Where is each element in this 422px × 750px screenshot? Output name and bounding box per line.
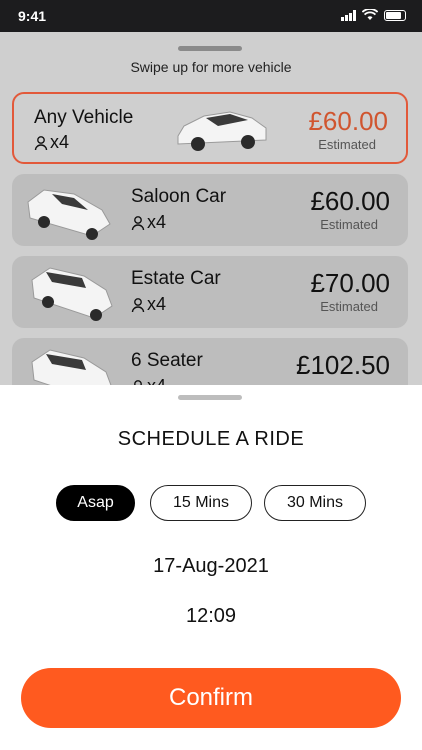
signal-icon [341,9,356,21]
minivan-image [31,349,112,385]
vehicle-name: Saloon Car [131,186,227,207]
sedan-image [27,189,111,240]
vehicle-card-saloon[interactable]: Saloon Car x4 £60.00 Estimated [12,174,408,246]
vehicle-card-estate[interactable]: Estate Car x4 £70.00 Estimated [12,256,408,328]
person-icon [131,215,145,230]
wifi-icon [362,9,378,20]
vehicle-capacity-value: x4 [147,294,167,314]
vehicle-price: £60.00 [310,186,390,216]
schedule-time[interactable]: 12:09 [0,605,422,628]
vehicle-capacity: x4 [131,212,166,233]
person-icon [34,135,48,150]
vehicle-price: £70.00 [310,268,390,298]
vehicle-card-6-seater[interactable]: 6 Seater x4 £102.50 [12,338,408,385]
sheet-title: SCHEDULE A RIDE [117,428,305,450]
vehicle-price: £60.00 [308,106,388,136]
sedan-image [177,111,267,151]
vehicle-name: Any Vehicle [34,107,134,128]
option-15-mins-button[interactable]: 15 Mins [150,485,252,521]
vehicle-capacity: x4 [131,294,166,315]
option-30-mins-button[interactable]: 30 Mins [264,485,366,521]
battery-icon [384,9,406,21]
vehicle-name: 6 Seater [131,350,203,371]
confirm-button[interactable]: Confirm [21,668,401,728]
option-asap-button[interactable]: Asap [56,485,135,521]
schedule-sheet: SCHEDULE A RIDE Asap 15 Mins 30 Mins 17-… [0,385,422,750]
status-icons [341,9,406,21]
status-time: 9:41 [18,8,47,24]
person-icon [131,297,145,312]
price-estimated-label: Estimated [320,299,378,314]
estate-car-image [31,267,113,321]
status-bar: 9:41 [0,0,422,32]
vehicle-price: £102.50 [296,350,390,380]
vehicle-capacity-value: x4 [147,212,167,232]
sheet-drag-handle[interactable] [178,395,242,400]
vehicle-card-any[interactable]: Any Vehicle x4 £60.00 Estimated [12,92,408,164]
swipe-hint: Swipe up for more vehicle [130,59,292,75]
vehicle-capacity-value: x4 [147,376,166,385]
price-estimated-label: Estimated [318,137,376,152]
vehicle-capacity: x4 [34,132,69,153]
schedule-date[interactable]: 17-Aug-2021 [0,555,422,578]
list-drag-handle[interactable] [178,46,242,51]
vehicle-capacity-value: x4 [50,132,70,152]
vehicle-capacity: x4 [131,376,166,385]
price-estimated-label: Estimated [320,217,378,232]
vehicle-name: Estate Car [131,268,221,289]
vehicle-list[interactable]: Swipe up for more vehicle Any Vehicle x4… [0,32,422,385]
